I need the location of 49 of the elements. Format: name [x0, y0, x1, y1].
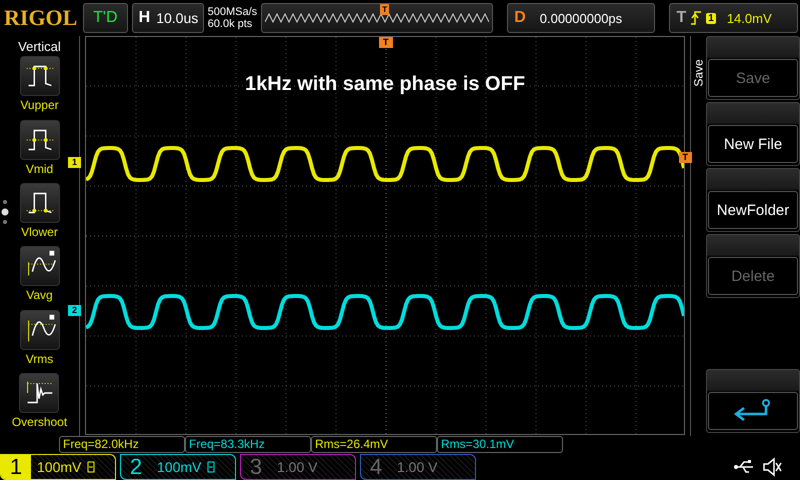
delay-label: D — [514, 9, 526, 28]
measure-icon — [20, 182, 60, 223]
measure-button[interactable]: Overshoot — [12, 372, 68, 436]
menu-title: Save — [692, 60, 706, 87]
channel-tab[interactable]: 1 100mV — [0, 454, 116, 480]
measure-button[interactable]: Vavg — [20, 246, 60, 310]
measure-button[interactable]: Vupper — [20, 56, 60, 120]
measurement-readout: Freq=83.3kHz — [185, 436, 311, 453]
channel-tab[interactable]: 3 1.00 V — [240, 454, 356, 480]
trigger-level-marker: T — [678, 152, 692, 164]
brand-logo: RIGOL — [4, 5, 78, 32]
channel-marker: 2 — [68, 305, 82, 316]
channel-tab[interactable]: 2 100mV — [120, 454, 236, 480]
coupling-icon — [87, 461, 96, 473]
measurement-readout: Freq=82.0kHz — [59, 436, 185, 453]
menu-title: Vertical — [18, 39, 61, 54]
page-indicator-icon — [1, 198, 9, 226]
measurement-readout: Rms=26.4mV — [311, 436, 437, 453]
trigger-position-marker: T — [380, 4, 390, 16]
usb-icon — [734, 460, 756, 474]
trigger-label: T — [676, 9, 686, 28]
screen-caption: 1kHz with same phase is OFF — [244, 73, 526, 96]
delay-value: 0.00000000ps — [540, 10, 622, 26]
channel-marker: 1 — [68, 157, 82, 168]
trigger-source: 1 — [706, 12, 716, 24]
measure-button[interactable]: Vlower — [20, 182, 60, 246]
measure-icon — [20, 120, 60, 160]
sample-rate: 500MSa/s — [208, 6, 258, 18]
measure-icon — [20, 56, 60, 96]
measure-icon — [20, 310, 60, 350]
memory-depth: 60.0k pts — [208, 18, 254, 30]
measure-button[interactable]: Vrms — [20, 310, 60, 373]
trigger-position-marker: T — [379, 37, 392, 48]
coupling-icon — [207, 461, 216, 473]
back-button[interactable] — [706, 369, 800, 434]
horizontal-label: H — [138, 9, 150, 28]
speaker-muted-icon — [762, 457, 782, 477]
measurement-readout: Rms=30.1mV — [437, 436, 563, 453]
measure-icon — [20, 246, 60, 286]
measure-button[interactable]: Vmid — [20, 120, 60, 183]
horizontal-value: 10.0us — [156, 10, 198, 26]
rising-edge-icon — [691, 11, 702, 26]
measure-icon — [19, 372, 60, 413]
trigger-level: 14.0mV — [726, 10, 772, 26]
menu-button[interactable]: New File — [706, 102, 800, 166]
menu-button[interactable]: NewFolder — [706, 168, 800, 232]
run-status: T'D — [83, 3, 128, 34]
overview-wave-icon — [265, 11, 490, 26]
channel-tab[interactable]: 4 1.00 V — [360, 454, 476, 480]
